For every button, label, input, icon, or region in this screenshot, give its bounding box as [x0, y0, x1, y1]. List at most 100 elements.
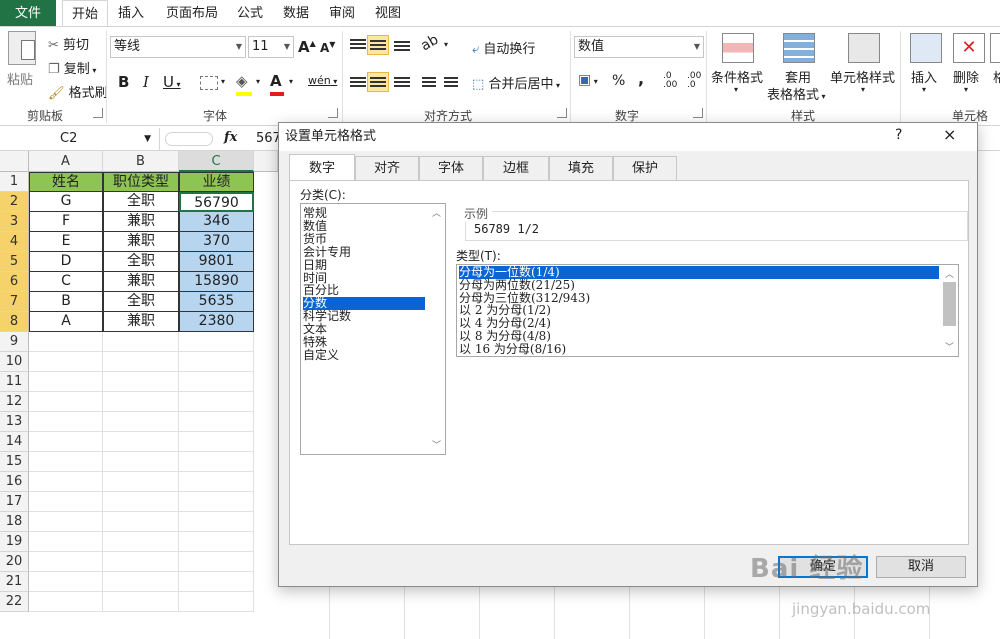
row-header[interactable]: 8	[0, 312, 29, 332]
empty-cell[interactable]	[103, 592, 179, 612]
fraction-type-item[interactable]: 分母为两位数(21/25)	[459, 278, 939, 292]
data-cell[interactable]: G	[29, 192, 103, 212]
paste-button[interactable]: 粘贴	[7, 69, 33, 88]
tab-page-layout[interactable]: 页面布局	[158, 0, 226, 27]
clipboard-launcher-icon[interactable]	[93, 108, 103, 118]
fill-color-dropdown-icon[interactable]: ▾	[256, 77, 260, 86]
data-cell[interactable]: 全职	[103, 292, 179, 312]
performance-cell[interactable]: 9801	[179, 252, 254, 272]
orientation-icon[interactable]: ab	[418, 32, 441, 55]
align-left-icon[interactable]	[350, 77, 366, 89]
row-header[interactable]: 11	[0, 372, 29, 392]
empty-cell[interactable]	[103, 452, 179, 472]
help-button[interactable]: ?	[895, 127, 902, 143]
fill-color-button[interactable]: ◈	[236, 72, 252, 96]
alignment-launcher-icon[interactable]	[557, 108, 567, 118]
row-header[interactable]: 19	[0, 532, 29, 552]
conditional-format-icon[interactable]	[722, 33, 754, 63]
format-painter-button[interactable]: 🖌 格式刷	[48, 82, 108, 101]
empty-cell[interactable]	[29, 432, 103, 452]
borders-icon[interactable]	[200, 76, 218, 90]
row-header[interactable]: 3	[0, 212, 29, 232]
font-size-select[interactable]: 11 ▼	[248, 36, 294, 58]
data-cell[interactable]: A	[29, 312, 103, 332]
conditional-format-button[interactable]: 条件格式	[711, 67, 763, 86]
data-cell[interactable]: 兼职	[103, 272, 179, 292]
row-header[interactable]: 16	[0, 472, 29, 492]
row-header[interactable]: 1	[0, 172, 29, 192]
row-header[interactable]: 4	[0, 232, 29, 252]
type-scrollbar[interactable]: ︿ ﹀	[941, 265, 958, 356]
grow-font-button[interactable]: A▲	[298, 38, 316, 56]
empty-cell[interactable]	[103, 552, 179, 572]
row-header[interactable]: 15	[0, 452, 29, 472]
tab-font[interactable]: 字体	[419, 156, 483, 180]
row-header[interactable]: 12	[0, 392, 29, 412]
tab-insert[interactable]: 插入	[110, 0, 152, 27]
empty-cell[interactable]	[103, 392, 179, 412]
tab-border[interactable]: 边框	[483, 156, 549, 180]
fraction-type-list[interactable]: 分母为一位数(1/4) 分母为两位数(21/25) 分母为三位数(312/943) 以…	[456, 264, 959, 357]
empty-cell[interactable]	[103, 372, 179, 392]
empty-cell[interactable]	[179, 392, 254, 412]
bold-button[interactable]: B	[118, 73, 129, 91]
header-cell[interactable]: 业绩	[179, 172, 254, 192]
empty-cell[interactable]	[179, 372, 254, 392]
empty-cell[interactable]	[179, 492, 254, 512]
delete-cells-icon[interactable]: ✕	[953, 33, 985, 63]
row-header[interactable]: 2	[0, 192, 29, 212]
tab-data[interactable]: 数据	[276, 0, 316, 27]
empty-cell[interactable]	[179, 572, 254, 592]
phonetic-button[interactable]: wén ▾	[308, 74, 337, 87]
align-right-icon[interactable]	[394, 77, 410, 89]
category-item[interactable]: 数值	[303, 219, 425, 233]
data-cell[interactable]: 兼职	[103, 232, 179, 252]
performance-cell[interactable]: 15890	[179, 272, 254, 292]
align-middle-button[interactable]	[367, 35, 389, 55]
header-cell[interactable]: 姓名	[29, 172, 103, 192]
tab-file[interactable]: 文件	[0, 0, 56, 27]
data-cell[interactable]: F	[29, 212, 103, 232]
empty-cell[interactable]	[179, 592, 254, 612]
increase-indent-icon[interactable]	[444, 77, 458, 89]
header-cell[interactable]: 职位类型	[103, 172, 179, 192]
font-launcher-icon[interactable]	[328, 108, 338, 118]
row-header[interactable]: 7	[0, 292, 29, 312]
category-scrollbar[interactable]: ︿ ﹀	[428, 204, 445, 454]
empty-cell[interactable]	[179, 352, 254, 372]
cell-styles-button[interactable]: 单元格样式	[830, 67, 895, 86]
row-header[interactable]: 20	[0, 552, 29, 572]
empty-cell[interactable]	[103, 572, 179, 592]
row-header[interactable]: 13	[0, 412, 29, 432]
empty-cell[interactable]	[103, 332, 179, 352]
row-header[interactable]: 21	[0, 572, 29, 592]
data-cell[interactable]: 兼职	[103, 212, 179, 232]
empty-cell[interactable]	[29, 392, 103, 412]
orientation-dropdown-icon[interactable]: ▾	[444, 40, 448, 49]
empty-cell[interactable]	[103, 352, 179, 372]
column-header-b[interactable]: B	[103, 151, 179, 172]
underline-button[interactable]: U ▾	[163, 73, 181, 91]
tab-review[interactable]: 审阅	[322, 0, 362, 27]
font-color-dropdown-icon[interactable]: ▾	[289, 77, 293, 86]
performance-cell[interactable]: 370	[179, 232, 254, 252]
scroll-down-icon[interactable]: ﹀	[941, 340, 958, 354]
insert-cells-icon[interactable]	[910, 33, 942, 63]
italic-button[interactable]: I	[143, 73, 149, 91]
empty-cell[interactable]	[179, 552, 254, 572]
table-format-button-line2[interactable]: 表格格式 ▾	[767, 84, 826, 103]
empty-cell[interactable]	[103, 472, 179, 492]
paste-icon[interactable]	[8, 31, 36, 65]
tab-protection[interactable]: 保护	[613, 156, 677, 180]
row-header[interactable]: 17	[0, 492, 29, 512]
scroll-up-icon[interactable]: ︿	[941, 267, 958, 281]
performance-cell[interactable]: 346	[179, 212, 254, 232]
cell-styles-icon[interactable]	[848, 33, 880, 63]
empty-cell[interactable]	[179, 412, 254, 432]
tab-fill[interactable]: 填充	[549, 156, 613, 180]
empty-cell[interactable]	[29, 492, 103, 512]
format-cells-icon[interactable]	[990, 33, 1000, 63]
merge-center-button[interactable]: ⬚ 合并后居中 ▾	[472, 73, 560, 92]
borders-dropdown-icon[interactable]: ▾	[221, 77, 225, 86]
empty-cell[interactable]	[179, 452, 254, 472]
